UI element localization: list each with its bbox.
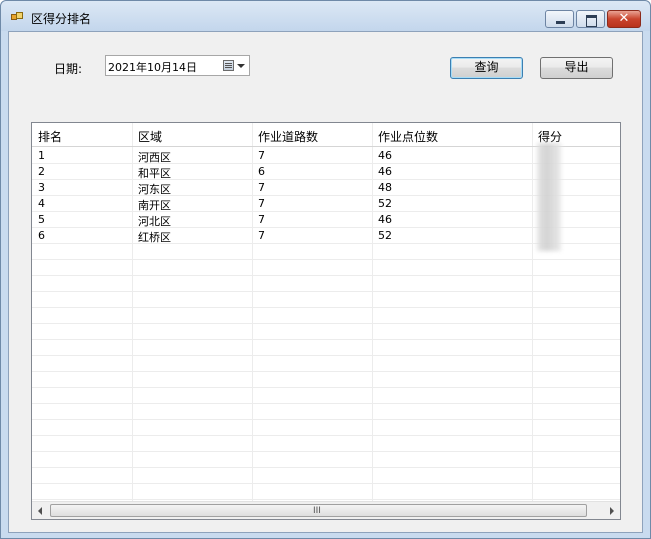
column-header-rank[interactable]: 排名: [38, 128, 62, 145]
table-row[interactable]: 6 红桥区 7 52: [32, 228, 620, 244]
table-row-empty: [32, 308, 620, 324]
date-label: 日期:: [54, 62, 83, 76]
table-row-empty: [32, 388, 620, 404]
table-row-empty: [32, 452, 620, 468]
cell-rank: 5: [38, 213, 45, 226]
horizontal-scrollbar[interactable]: III: [32, 501, 620, 519]
cell-rank: 2: [38, 165, 45, 178]
table-row-empty: [32, 484, 620, 500]
cell-road-count: 7: [258, 181, 265, 194]
cell-road-count: 7: [258, 197, 265, 210]
scroll-thumb[interactable]: III: [50, 504, 587, 517]
table-row-empty: [32, 324, 620, 340]
query-button[interactable]: 查询: [450, 57, 523, 79]
table-row-empty: [32, 436, 620, 452]
cell-rank: 6: [38, 229, 45, 242]
cell-district: 南开区: [138, 199, 171, 212]
title-bar[interactable]: 区得分排名 ✕: [1, 1, 650, 31]
table-row-empty: [32, 468, 620, 484]
cell-road-count: 6: [258, 165, 265, 178]
table-row[interactable]: 1 河西区 7 46: [32, 148, 620, 164]
window-title: 区得分排名: [31, 12, 92, 26]
table-row-empty: [32, 404, 620, 420]
cell-point-count: 46: [378, 149, 392, 162]
column-header-point-count[interactable]: 作业点位数: [378, 128, 438, 145]
close-icon: ✕: [618, 11, 630, 26]
scroll-left-icon[interactable]: [38, 507, 42, 515]
cell-road-count: 7: [258, 229, 265, 242]
redacted-score-mask: [537, 143, 561, 251]
ranking-table[interactable]: 排名 区域 作业道路数 作业点位数 得分 1 河西区 7 46 2 和平区 6: [31, 122, 621, 520]
table-body: 排名 区域 作业道路数 作业点位数 得分 1 河西区 7 46 2 和平区 6: [32, 123, 620, 501]
cell-point-count: 46: [378, 165, 392, 178]
app-icon: [11, 12, 23, 22]
cell-district: 河东区: [138, 183, 171, 196]
table-row-empty: [32, 292, 620, 308]
minimize-button[interactable]: [545, 10, 574, 28]
maximize-button[interactable]: [576, 10, 605, 28]
date-value: 2021年10月14日: [108, 61, 197, 74]
cell-district: 和平区: [138, 167, 171, 180]
column-header-district[interactable]: 区域: [138, 128, 162, 145]
client-area: 日期: 2021年10月14日 查询 导出 排名 区域 作业道路数 作业点位数 …: [8, 31, 643, 533]
table-row[interactable]: 4 南开区 7 52: [32, 196, 620, 212]
export-button[interactable]: 导出: [540, 57, 613, 79]
table-row-empty: [32, 356, 620, 372]
cell-rank: 3: [38, 181, 45, 194]
cell-district: 红桥区: [138, 231, 171, 244]
table-row-empty: [32, 260, 620, 276]
calendar-icon[interactable]: [223, 60, 234, 71]
table-row[interactable]: 5 河北区 7 46: [32, 212, 620, 228]
chevron-down-icon[interactable]: [237, 64, 245, 68]
table-row[interactable]: 3 河东区 7 48: [32, 180, 620, 196]
table-row-empty: [32, 276, 620, 292]
cell-district: 河北区: [138, 215, 171, 228]
table-row-empty: [32, 420, 620, 436]
table-row-empty: [32, 244, 620, 260]
cell-district: 河西区: [138, 151, 171, 164]
cell-point-count: 52: [378, 197, 392, 210]
cell-road-count: 7: [258, 213, 265, 226]
cell-point-count: 46: [378, 213, 392, 226]
cell-road-count: 7: [258, 149, 265, 162]
date-picker[interactable]: 2021年10月14日: [105, 55, 250, 76]
scroll-right-icon[interactable]: [610, 507, 614, 515]
cell-rank: 1: [38, 149, 45, 162]
cell-point-count: 52: [378, 229, 392, 242]
cell-point-count: 48: [378, 181, 392, 194]
scroll-grip: III: [313, 506, 321, 516]
table-row-empty: [32, 372, 620, 388]
cell-rank: 4: [38, 197, 45, 210]
table-row[interactable]: 2 和平区 6 46: [32, 164, 620, 180]
close-button[interactable]: ✕: [607, 10, 641, 28]
table-header: 排名 区域 作业道路数 作业点位数 得分: [32, 123, 620, 147]
app-window: 区得分排名 ✕ 日期: 2021年10月14日 查询 导出 排名 区域 作业道路…: [0, 0, 651, 539]
column-header-road-count[interactable]: 作业道路数: [258, 128, 318, 145]
table-row-empty: [32, 340, 620, 356]
